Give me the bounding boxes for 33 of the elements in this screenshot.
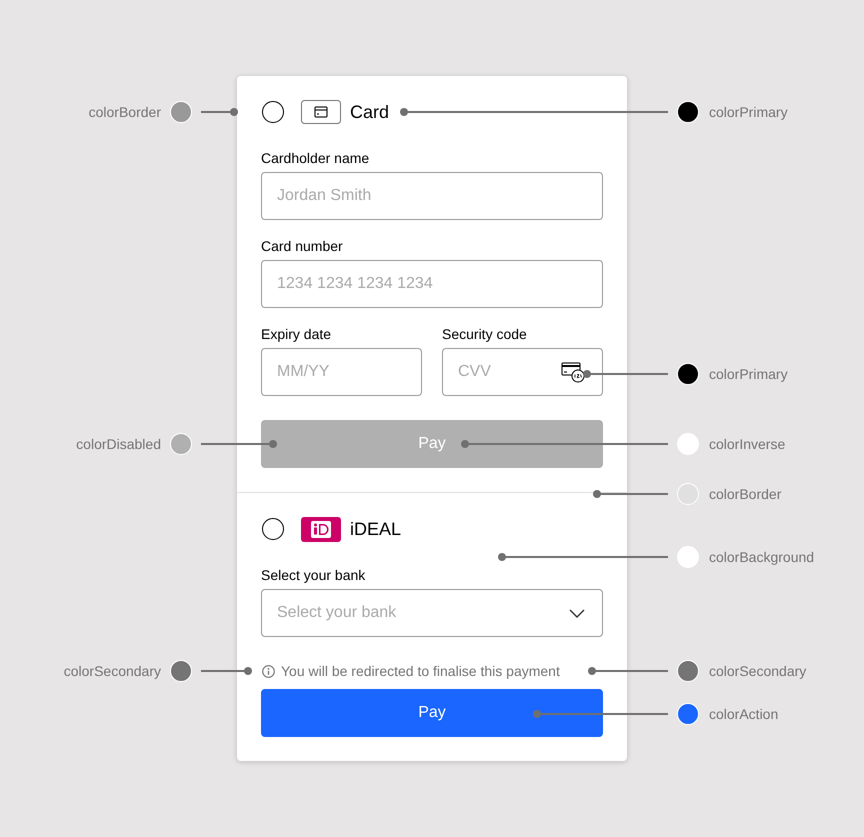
annotation-label: colorBackground [709,548,814,567]
annotation-label: colorDisabled [76,435,161,454]
annotation-label: colorAction [709,705,778,724]
info-icon [262,664,275,678]
card-badge-icon [561,361,587,383]
leader-line [201,667,252,675]
field-label: Card number [261,237,344,256]
field-label: Expiry date [261,325,332,344]
field-label: Cardholder name [261,149,370,168]
annotation-label: colorSecondary [64,662,161,681]
card-icon [301,100,341,124]
annotation-label: colorSecondary [709,662,806,681]
input-field[interactable]: 1234 1234 1234 1234 [261,260,603,308]
pay-button[interactable]: Pay [261,689,603,737]
method-title: Card [350,101,390,124]
input-field[interactable]: MM/YY [261,348,422,396]
field-label: Security code [442,325,528,344]
leader-line [201,108,238,116]
payment-logo-icon [301,516,341,542]
annotation-label: colorInverse [709,435,786,454]
radio-button[interactable] [262,101,284,123]
method-title: iDEAL [350,518,402,541]
annotation-label: colorPrimary [709,365,788,384]
chevron-down-icon [569,608,585,618]
annotation-label: colorBorder [88,103,161,122]
radio-button[interactable] [262,518,284,540]
input-field[interactable]: CVV [442,348,603,396]
field-label: Select your bank [261,566,366,585]
bank-select[interactable]: Select your bank [261,589,603,637]
annotation-label: colorBorder [709,485,782,504]
input-field[interactable]: Jordan Smith [261,172,603,220]
annotation-label: colorPrimary [709,103,788,122]
notice-text: You will be redirected to finalise this payment [281,663,560,679]
